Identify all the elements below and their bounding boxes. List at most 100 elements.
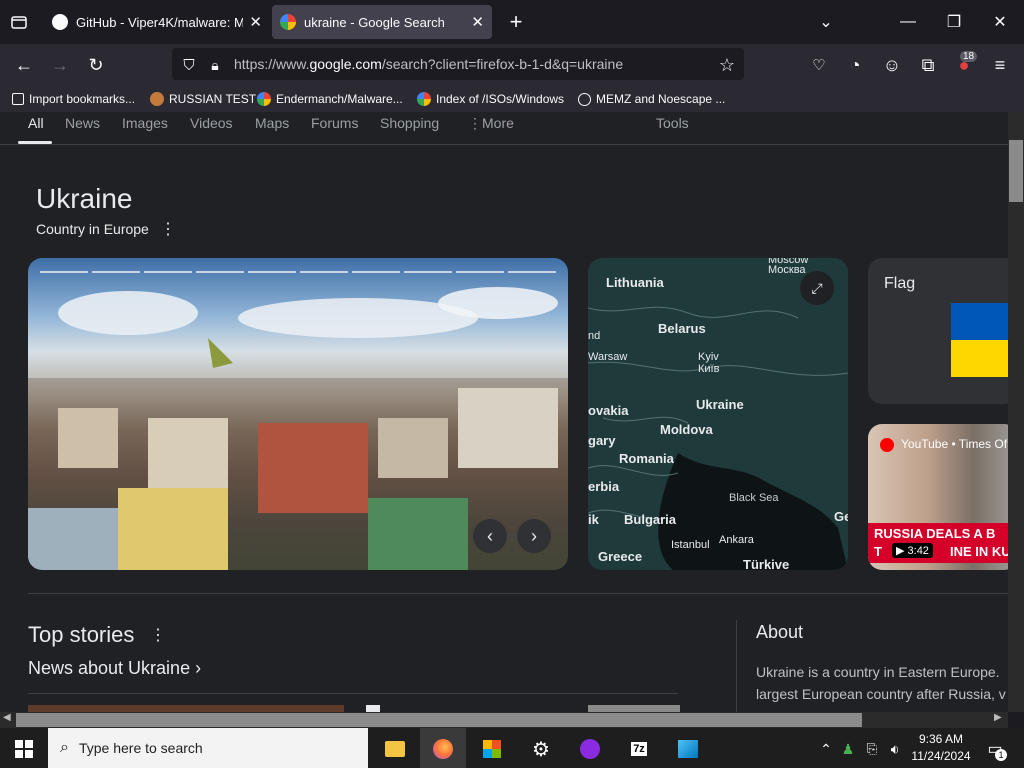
globe-icon xyxy=(578,92,591,106)
menu-icon[interactable]: ≡ xyxy=(987,52,1013,78)
bookmark-label: MEMZ and Noescape ... xyxy=(596,92,726,106)
vertical-scrollbar-thumb[interactable] xyxy=(1009,140,1023,202)
bookmark-russian-test[interactable]: RUSSIAN TEST xyxy=(150,90,256,108)
about-text-line1: Ukraine is a country in Eastern Europe. xyxy=(756,664,1000,680)
top-stories-options-icon[interactable]: ⋮ xyxy=(150,625,166,645)
back-arrow-icon[interactable]: ← xyxy=(11,52,37,78)
7zip-icon[interactable]: 7z xyxy=(625,735,653,763)
tab-images[interactable]: Images xyxy=(122,115,168,131)
forward-arrow-icon[interactable]: → xyxy=(47,52,73,78)
tab-maps[interactable]: Maps xyxy=(255,115,289,131)
settings-gear-icon[interactable]: ⚙ xyxy=(527,735,555,763)
tab-shopping[interactable]: Shopping xyxy=(380,115,439,131)
maximize-button[interactable]: ❐ xyxy=(940,8,968,36)
map-label-greece: Greece xyxy=(598,549,643,564)
url-prefix: https://www. xyxy=(234,56,310,72)
firefox-icon[interactable] xyxy=(429,735,457,763)
more-options-icon[interactable]: ⋮ xyxy=(160,219,176,239)
flag-card[interactable]: Flag xyxy=(868,258,1018,404)
shield-icon[interactable]: ⛉ xyxy=(176,52,202,78)
carousel-progress-1 xyxy=(40,271,88,273)
volume-icon[interactable]: 🔉︎ xyxy=(881,735,909,763)
column-divider xyxy=(736,620,737,712)
bookmark-isos[interactable]: Index of /ISOs/Windows xyxy=(417,90,564,108)
carousel-progress-3 xyxy=(144,271,192,273)
close-tab-icon[interactable]: ✕ xyxy=(249,13,262,31)
map-label-turkiye: Türkive xyxy=(743,557,790,570)
account-icon[interactable]: ☺ xyxy=(879,52,905,78)
taskbar-search-box[interactable]: ⌕ Type here to search xyxy=(48,728,368,768)
story-thumbnail-1[interactable] xyxy=(28,705,344,712)
bookmark-import[interactable]: Import bookmarks... xyxy=(12,90,135,108)
map-label-hungary: gary xyxy=(588,433,616,448)
top-stories-title: Top stories xyxy=(28,622,135,647)
photos-icon[interactable] xyxy=(674,735,702,763)
notification-count: 18 xyxy=(960,51,978,62)
tab-more[interactable]: More xyxy=(482,115,514,131)
bookmark-star-icon[interactable]: ☆ xyxy=(714,52,740,78)
app-mask-icon[interactable] xyxy=(576,735,604,763)
map-label-lithuania: Lithuania xyxy=(606,275,664,290)
minimize-button[interactable]: — xyxy=(894,8,922,36)
lock-icon[interactable]: 🔒︎ xyxy=(202,52,228,78)
tab-title: ukraine - Google Search xyxy=(304,14,445,30)
bookmark-endermanch[interactable]: Endermanch/Malware... xyxy=(257,90,403,108)
close-window-button[interactable]: ✕ xyxy=(986,8,1014,36)
tab-list-icon[interactable] xyxy=(6,9,32,35)
map-label-ankara: Ankara xyxy=(719,534,754,546)
map-label-moskva: Москва xyxy=(768,264,806,276)
tab-news[interactable]: News xyxy=(65,115,100,131)
carousel-progress-8 xyxy=(404,271,452,273)
file-explorer-icon[interactable] xyxy=(381,735,409,763)
url-domain: google.com xyxy=(309,56,382,72)
video-duration-text: 3:42 xyxy=(907,545,929,557)
url-text[interactable]: https://www.google.com/search?client=fir… xyxy=(234,56,623,72)
new-tab-button[interactable]: + xyxy=(502,8,530,36)
tab-github[interactable]: GitHub - Viper4K/malware: Mor ✕ xyxy=(44,5,270,39)
tab-videos[interactable]: Videos xyxy=(190,115,233,131)
tools-button[interactable]: Tools xyxy=(656,115,689,131)
expand-map-icon[interactable]: ⤢ xyxy=(800,271,834,305)
flag-label: Flag xyxy=(884,275,916,292)
windows-start-icon[interactable] xyxy=(10,735,38,763)
section-divider xyxy=(28,593,1008,594)
reload-icon[interactable]: ↻ xyxy=(83,52,109,78)
search-icon: ⌕ xyxy=(60,739,69,756)
map-label-bulgaria: Bulgaria xyxy=(624,512,677,527)
chevron-down-icon[interactable]: ⌄ xyxy=(812,8,840,36)
github-icon xyxy=(52,14,68,30)
news-about-link[interactable]: News about Ukraine › xyxy=(28,658,201,679)
system-clock[interactable]: 9:36 AM 11/24/2024 xyxy=(906,731,976,765)
scroll-left-arrow-icon[interactable]: ◀ xyxy=(3,712,11,723)
map-label-black-sea: Black Sea xyxy=(729,492,779,504)
tab-all[interactable]: All xyxy=(28,115,44,131)
microsoft-store-icon[interactable] xyxy=(478,735,506,763)
video-duration: ▶ 3:42 xyxy=(892,543,933,558)
story-thumbnail-2[interactable] xyxy=(588,705,680,712)
tab-forums[interactable]: Forums xyxy=(311,115,358,131)
carousel-prev-button[interactable]: ‹ xyxy=(473,519,507,553)
search-placeholder: Type here to search xyxy=(78,740,203,756)
bookmark-label: Index of /ISOs/Windows xyxy=(436,92,565,106)
tab-google-search[interactable]: ukraine - Google Search ✕ xyxy=(272,5,492,39)
youtube-icon xyxy=(880,438,894,452)
video-card[interactable]: YouTube • Times Of RUSSIA DEALS A B T IN… xyxy=(868,424,1018,570)
ukraine-map[interactable]: Moscow Москва Lithuania Belarus nd Warsa… xyxy=(588,258,848,570)
bookmark-label: Endermanch/Malware... xyxy=(276,92,403,106)
vertical-scrollbar[interactable] xyxy=(1008,112,1024,712)
import-icon xyxy=(12,93,24,105)
sync-icon[interactable]: ◔ xyxy=(842,52,868,78)
video-source: YouTube • Times Of xyxy=(901,437,1008,451)
extensions-icon[interactable]: ⧉ xyxy=(915,52,941,78)
google-icon xyxy=(417,92,431,106)
carousel-next-button[interactable]: › xyxy=(517,519,551,553)
more-dots-icon[interactable]: ⋮ xyxy=(468,115,482,132)
about-text-line2: largest European country after Russia, v xyxy=(756,686,1006,702)
bookmark-label: Import bookmarks... xyxy=(29,92,136,106)
bookmark-memz[interactable]: MEMZ and Noescape ... xyxy=(578,90,725,108)
horizontal-scrollbar-thumb[interactable] xyxy=(16,713,862,727)
pocket-icon[interactable]: ♡ xyxy=(806,52,832,78)
close-tab-icon[interactable]: ✕ xyxy=(471,13,484,31)
video-headline-line1: RUSSIA DEALS A B xyxy=(874,526,996,541)
scroll-right-arrow-icon[interactable]: ▶ xyxy=(994,712,1002,723)
